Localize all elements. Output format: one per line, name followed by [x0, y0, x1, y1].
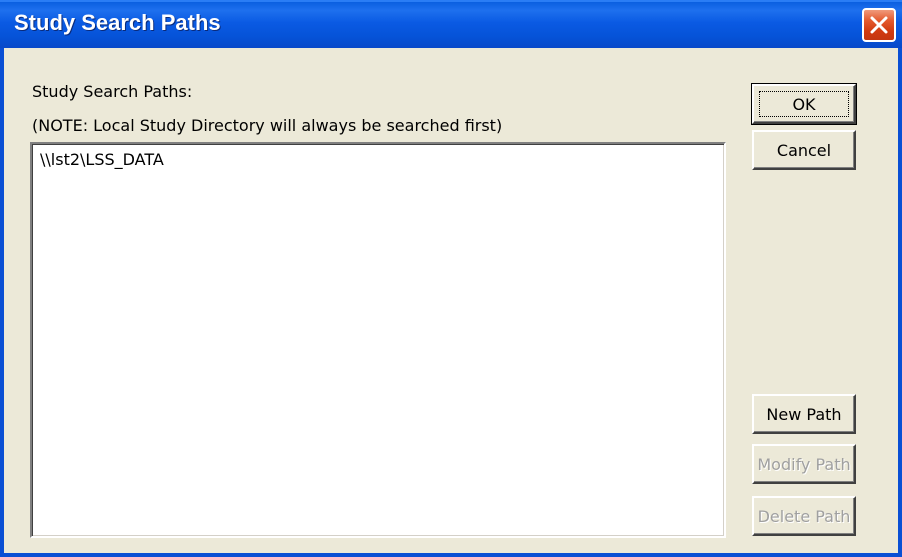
window-title: Study Search Paths [14, 10, 221, 35]
modify-path-button-label: Modify Path [757, 454, 851, 474]
modify-path-button[interactable]: Modify Path [752, 444, 856, 484]
cancel-button[interactable]: Cancel [752, 130, 856, 170]
close-button[interactable] [862, 8, 896, 42]
search-paths-label: Study Search Paths: [32, 82, 193, 101]
list-item[interactable]: \\lst2\LSS_DATA [40, 150, 164, 169]
cancel-button-label: Cancel [776, 140, 832, 160]
close-icon [870, 16, 888, 34]
title-bar[interactable]: Study Search Paths [0, 0, 902, 48]
ok-button[interactable]: OK [751, 83, 857, 125]
delete-path-button-label: Delete Path [757, 506, 851, 526]
note-label: (NOTE: Local Study Directory will always… [32, 116, 503, 135]
new-path-button[interactable]: New Path [752, 394, 856, 434]
delete-path-button[interactable]: Delete Path [752, 496, 856, 536]
new-path-button-label: New Path [766, 404, 842, 424]
search-path-list[interactable]: \\lst2\LSS_DATA [30, 142, 726, 538]
focus-rectangle [759, 91, 849, 117]
